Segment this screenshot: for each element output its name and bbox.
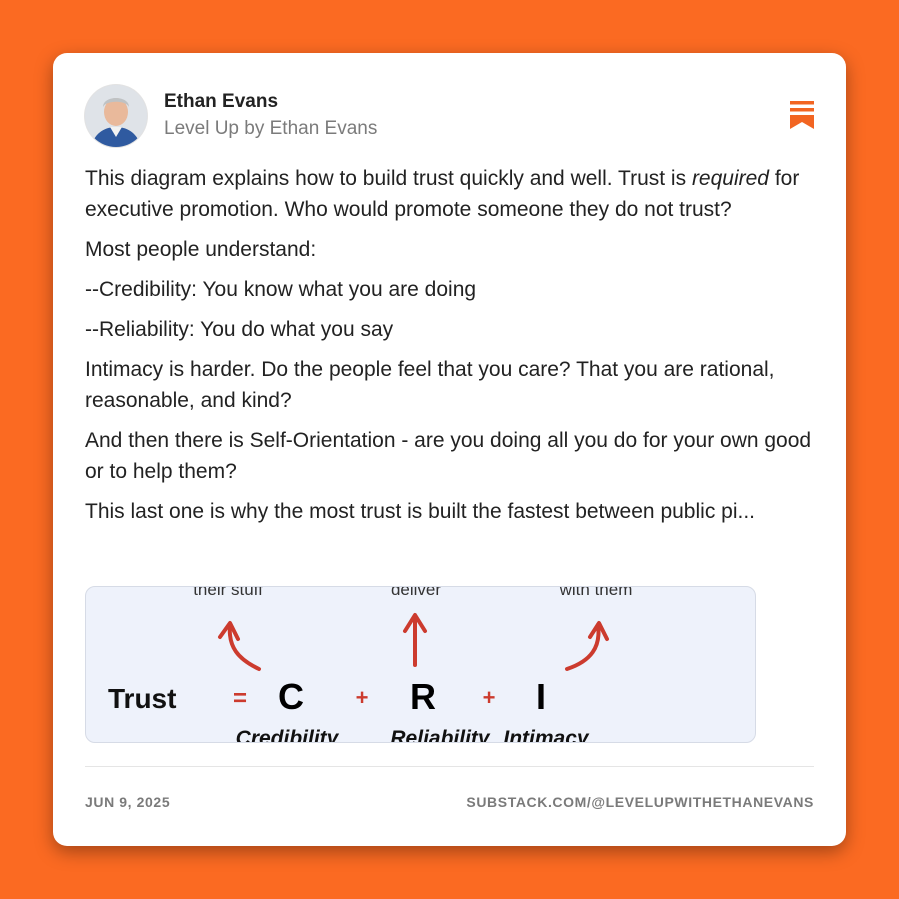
- emphasis-text: required: [691, 167, 769, 190]
- figure-name-intimacy: Intimacy: [503, 727, 590, 743]
- figure-top-label: with them: [559, 587, 633, 599]
- footer-divider: [85, 766, 814, 767]
- post-paragraph: This last one is why the most trust is b…: [85, 500, 756, 523]
- figure-letter-c: C: [278, 676, 304, 717]
- figure-plus: +: [356, 685, 369, 710]
- trust-equation-image[interactable]: their stuff deliver with them Trust = C …: [85, 586, 756, 743]
- figure-equals: =: [233, 685, 247, 712]
- figure-letter-i: I: [536, 676, 546, 717]
- author-name[interactable]: Ethan Evans: [164, 91, 278, 113]
- arrow-up-icon: [403, 613, 427, 667]
- post-body: This diagram explains how to build trust…: [85, 163, 825, 565]
- figure-top-label: deliver: [391, 587, 441, 599]
- post-paragraph: --Reliability: You do what you say: [85, 318, 394, 341]
- author-avatar[interactable]: [85, 85, 147, 147]
- post-paragraph: Most people understand:: [85, 238, 317, 261]
- post-paragraph: And then there is Self-Orientation - are…: [85, 429, 812, 483]
- figure-name-credibility: Credibility: [236, 727, 340, 743]
- figure-plus: +: [483, 685, 496, 710]
- post-paragraph: This diagram explains how to build trust…: [85, 167, 800, 221]
- publication-name[interactable]: Level Up by Ethan Evans: [164, 118, 377, 140]
- bookmark-icon[interactable]: [789, 100, 815, 130]
- person-avatar-icon: [85, 85, 147, 147]
- post-card: Ethan Evans Level Up by Ethan Evans This…: [53, 53, 846, 846]
- post-paragraph: Intimacy is harder. Do the people feel t…: [85, 358, 775, 412]
- post-date: JUN 9, 2025: [85, 794, 171, 810]
- substack-url[interactable]: SUBSTACK.COM/@LEVELUPWITHETHANEVANS: [466, 794, 814, 810]
- arrow-up-left-icon: [218, 621, 261, 671]
- post-paragraph: --Credibility: You know what you are doi…: [85, 278, 477, 301]
- arrow-up-right-icon: [565, 621, 609, 671]
- figure-letter-r: R: [410, 676, 436, 717]
- figure-name-reliability: Reliability: [390, 727, 491, 743]
- figure-top-label: their stuff: [193, 587, 263, 599]
- figure-trust-word: Trust: [108, 683, 176, 714]
